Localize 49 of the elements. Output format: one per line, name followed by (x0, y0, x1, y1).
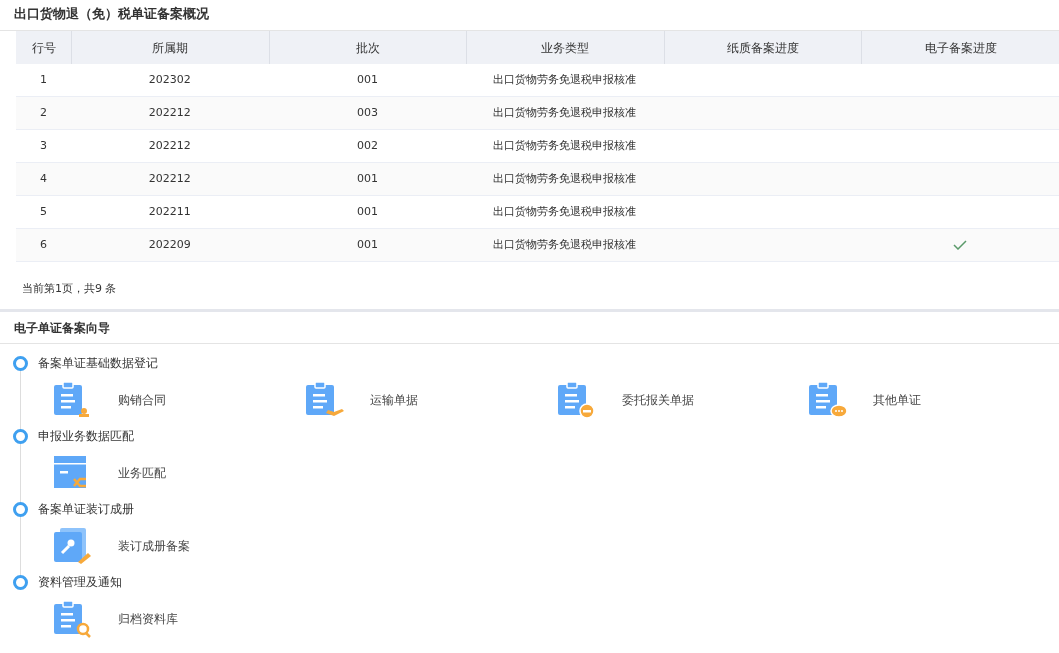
step-title: 备案单证装订成册 (38, 501, 134, 518)
column-header: 纸质备案进度 (727, 39, 800, 57)
table-cell-text: 001 (356, 170, 378, 187)
guide-link[interactable]: 业务匹配 (118, 463, 166, 482)
column-header: 行号 (31, 39, 56, 57)
table-cell-text: 出口货物劳务免退税申报核准 (493, 104, 637, 121)
table-cell-text: 出口货物劳务免退税申报核准 (493, 170, 637, 187)
table-cell-text: 001 (356, 236, 378, 253)
guide-link[interactable]: 购销合同 (118, 390, 166, 409)
guide-link[interactable]: 装订成册备案 (118, 536, 190, 555)
guide-link[interactable]: 归档资料库 (118, 609, 178, 628)
table-cell-text: 001 (356, 203, 378, 220)
table-cell-text: 5 (40, 203, 47, 220)
stamp-document-icon[interactable] (52, 379, 92, 420)
table-cell-text: 6 (40, 236, 47, 253)
step-title: 申报业务数据匹配 (38, 428, 134, 445)
step-title: 资料管理及通知 (38, 574, 122, 591)
step-title: 备案单证基础数据登记 (38, 355, 158, 372)
guide-link[interactable]: 运输单据 (369, 390, 418, 409)
guide-link[interactable]: 其他单证 (873, 390, 922, 409)
table-cell-text: 001 (356, 71, 378, 88)
column-header: 业务类型 (541, 39, 590, 57)
table-cell-text: 202211 (148, 203, 191, 220)
column-header: 电子备案进度 (924, 39, 997, 57)
column-header: 批次 (355, 39, 380, 57)
magnifier-document-icon[interactable] (52, 598, 92, 639)
table-cell-text: 出口货物劳务免退税申报核准 (493, 236, 637, 253)
comment-document-icon[interactable] (807, 379, 848, 420)
table-cell-text: 202212 (148, 137, 191, 154)
table-cell-text: 出口货物劳务免退税申报核准 (493, 71, 637, 88)
wrench-document-icon[interactable] (52, 525, 92, 566)
table-cell-text: 出口货物劳务免退税申报核准 (493, 203, 637, 220)
section-title: 出口货物退（免）税单证备案概况 (13, 4, 210, 23)
table-cell-text: 202212 (148, 170, 191, 187)
table-cell-text: 1 (40, 71, 47, 88)
section-title: 电子单证备案向导 (14, 319, 110, 337)
table-cell-text: 2 (40, 104, 47, 121)
table-cell-text: 202212 (148, 104, 191, 121)
table-cell-text: 202209 (148, 236, 191, 253)
table-cell-text: 002 (356, 137, 378, 154)
table-cell-text: 出口货物劳务免退税申报核准 (493, 137, 637, 154)
column-header: 所属期 (152, 39, 189, 57)
table-cell-text: 3 (40, 137, 47, 154)
pagination-text: 当前第1页，共9 条 (22, 281, 117, 298)
table-cell-text: 003 (356, 104, 378, 121)
guide-link[interactable]: 委托报关单据 (621, 390, 694, 409)
table-cell-text: 4 (40, 170, 47, 187)
minus-document-icon[interactable] (555, 379, 596, 420)
table-cell-text: 202302 (148, 71, 191, 88)
